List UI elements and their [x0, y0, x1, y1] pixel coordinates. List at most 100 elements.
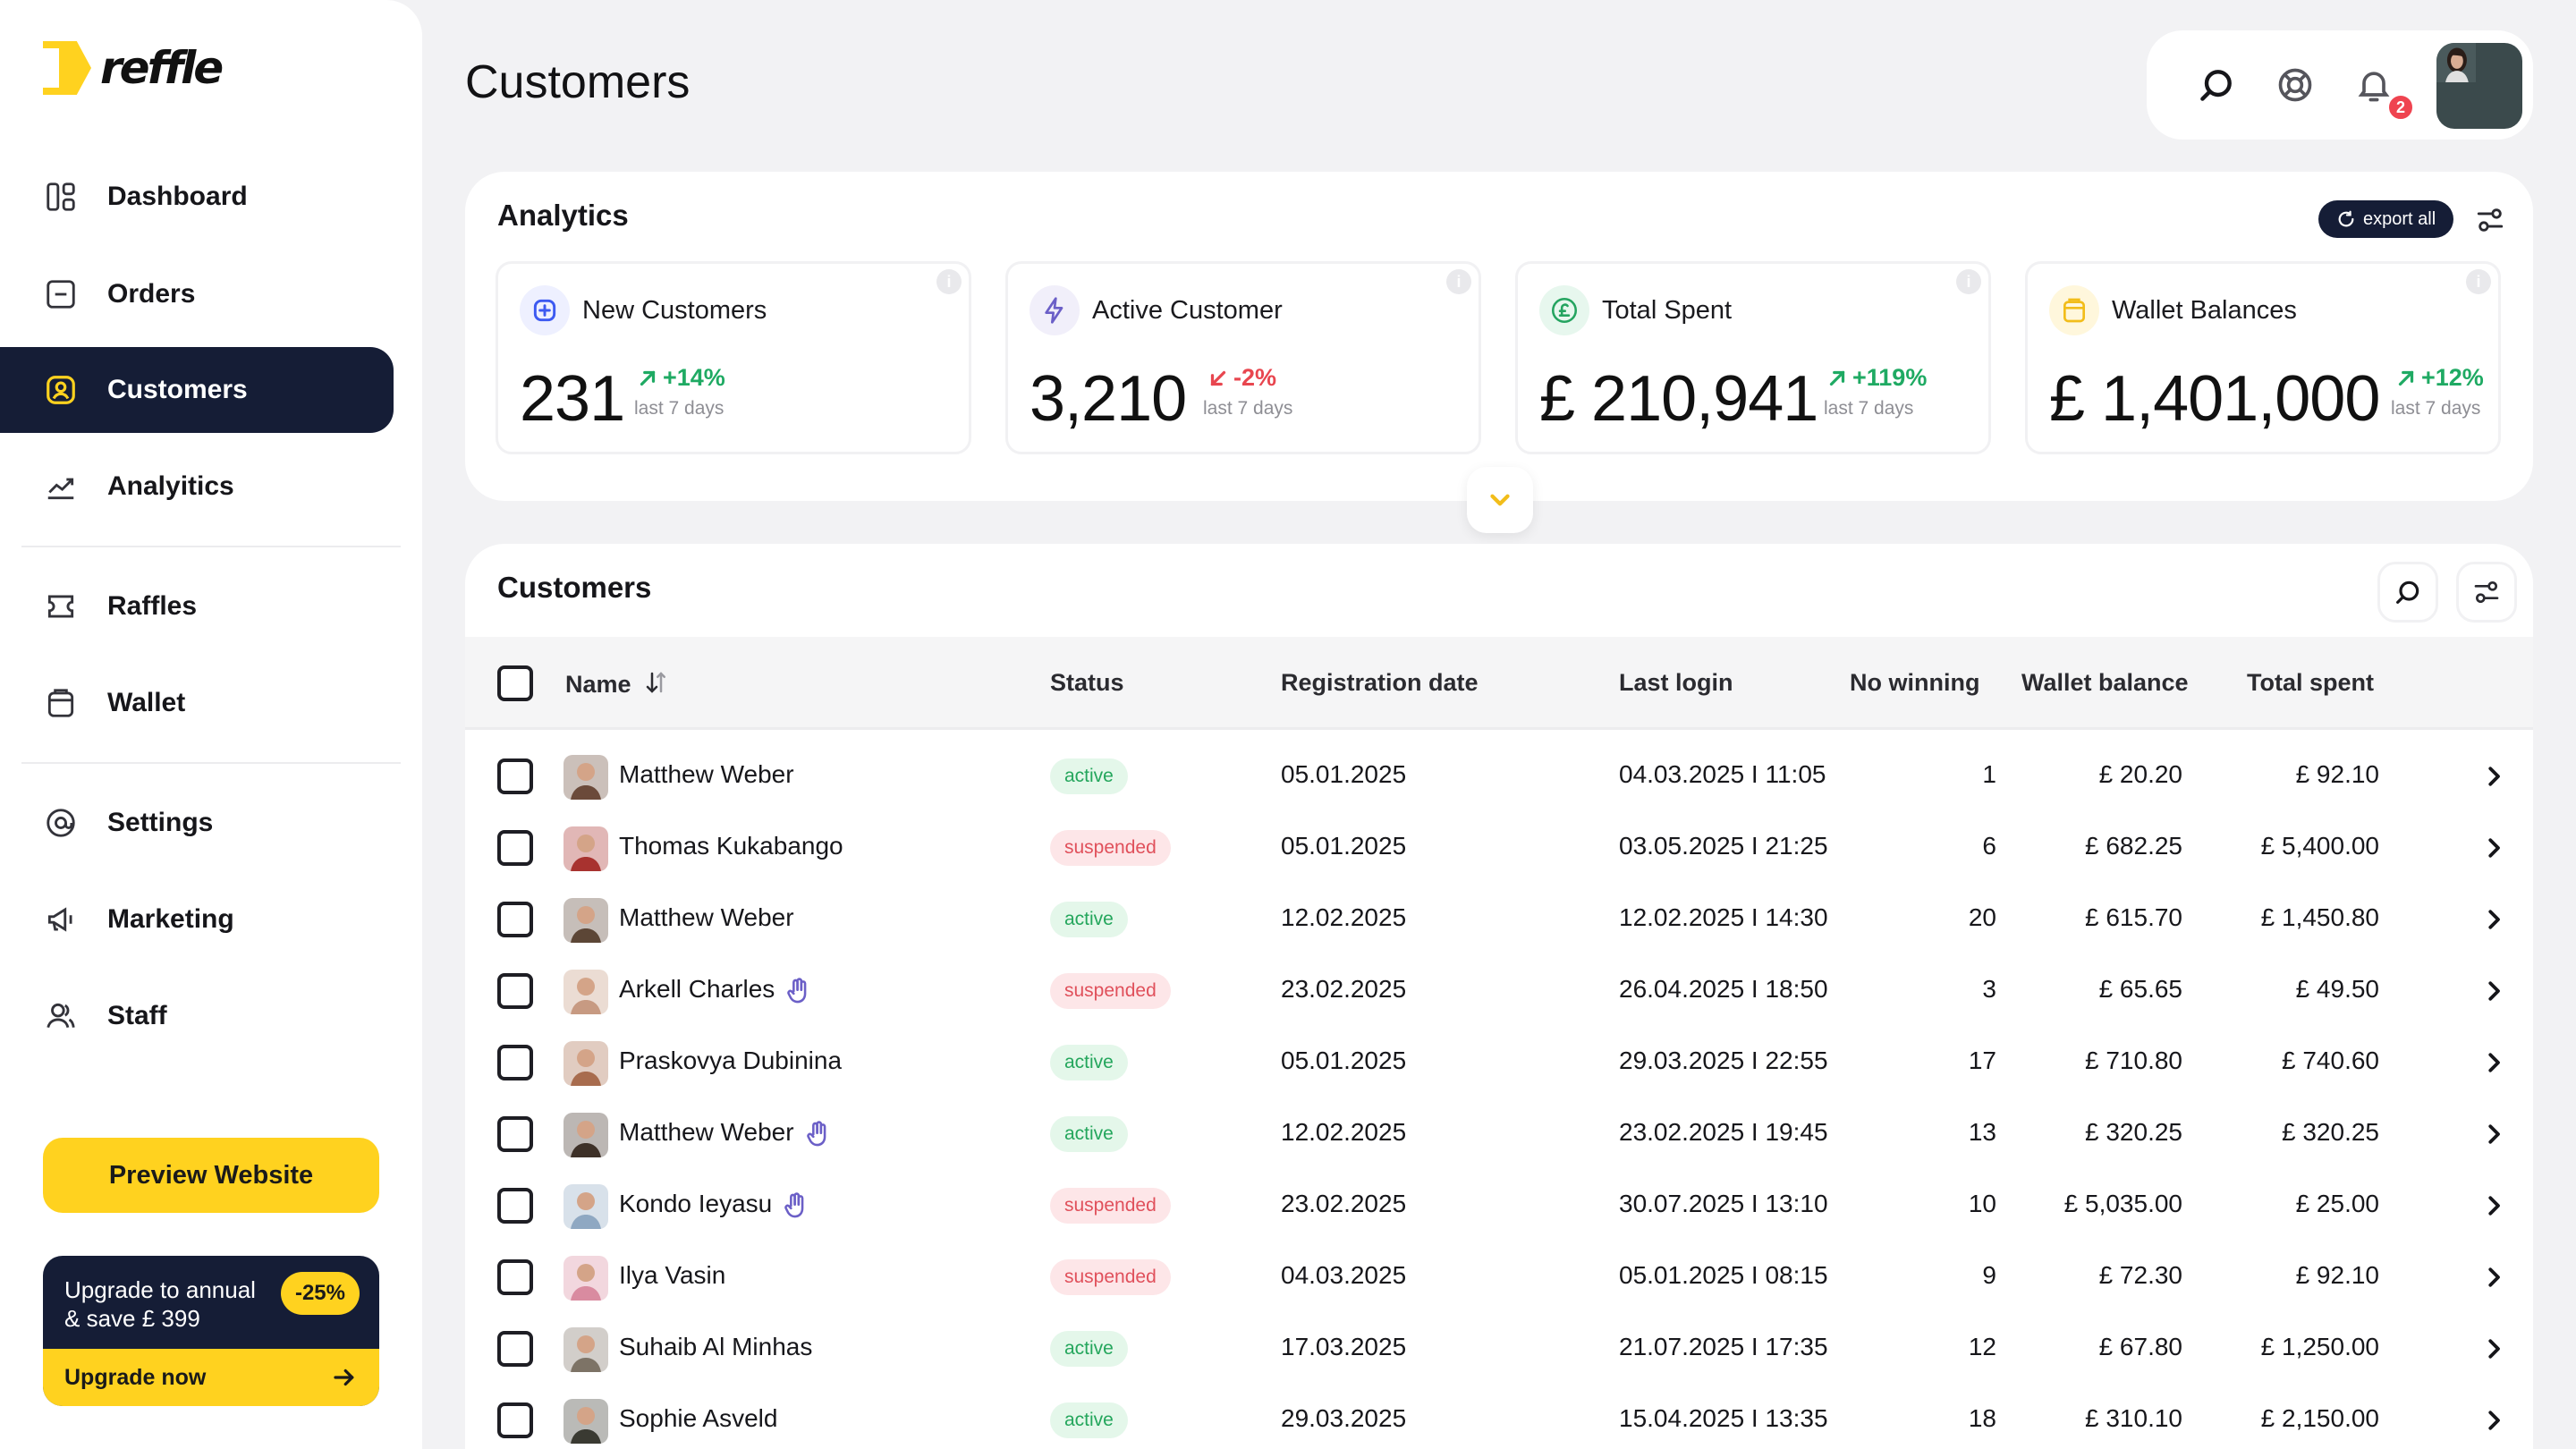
upgrade-now-button[interactable]: Upgrade now — [43, 1349, 379, 1406]
table-row[interactable]: Matthew Weber active 12.02.2025 23.02.2025 … — [465, 1098, 2533, 1170]
info-icon[interactable]: i — [1446, 269, 1471, 294]
kpi-title: Active Customer — [1092, 296, 1283, 325]
customer-name-cell[interactable]: Matthew Weber — [619, 903, 794, 932]
table-row[interactable]: Arkell Charles suspended 23.02.2025 26.04.2… — [465, 955, 2533, 1027]
sidebar-item-label: Customers — [107, 375, 248, 404]
row-checkbox[interactable] — [497, 830, 533, 866]
table-row[interactable]: Kondo Ieyasu suspended 23.02.2025 30.07.202… — [465, 1170, 2533, 1241]
chevron-right-icon[interactable] — [2476, 830, 2512, 866]
customer-name-cell[interactable]: Sophie Asveld — [619, 1404, 777, 1433]
customer-name: Arkell Charles — [619, 975, 775, 1003]
chevron-right-icon[interactable] — [2476, 1045, 2512, 1080]
discount-badge: -25% — [280, 1272, 360, 1315]
customer-avatar — [564, 826, 608, 871]
user-avatar[interactable] — [2436, 43, 2522, 129]
column-header-name[interactable]: Name — [565, 669, 670, 699]
lightning-icon — [1030, 285, 1080, 335]
sidebar-item-settings[interactable]: Settings — [0, 780, 394, 866]
chevron-right-icon[interactable] — [2476, 1402, 2512, 1438]
wallet-balance: £ 710.80 — [2085, 1046, 2182, 1074]
chevron-right-icon[interactable] — [2476, 758, 2512, 794]
sidebar-item-orders[interactable]: Orders — [0, 251, 394, 337]
row-checkbox[interactable] — [497, 1331, 533, 1367]
customer-name-cell[interactable]: Kondo Ieyasu — [619, 1190, 811, 1221]
chevron-right-icon[interactable] — [2476, 1259, 2512, 1295]
upgrade-line-1: Upgrade to annual — [64, 1276, 256, 1303]
dashboard-icon — [43, 179, 79, 215]
collapse-analytics-button[interactable] — [1467, 467, 1533, 533]
kpi-card-active-customer: Active Customer i 3,210 -2% last 7 days — [1005, 261, 1481, 454]
info-icon[interactable]: i — [1956, 269, 1981, 294]
column-header-wallet[interactable]: Wallet balance — [2021, 669, 2189, 697]
chevron-right-icon[interactable] — [2476, 973, 2512, 1009]
table-row[interactable]: Matthew Weber active 05.01.2025 04.03.2025 … — [465, 741, 2533, 812]
upgrade-text: Upgrade to annual & save £ 399 — [64, 1275, 288, 1333]
info-icon[interactable]: i — [936, 269, 962, 294]
table-row[interactable]: Ilya Vasin suspended 04.03.2025 05.01.2025 … — [465, 1241, 2533, 1313]
customer-name-cell[interactable]: Suhaib Al Minhas — [619, 1333, 812, 1361]
table-row[interactable]: Matthew Weber active 12.02.2025 12.02.2025 … — [465, 884, 2533, 955]
column-header-registration[interactable]: Registration date — [1281, 669, 1479, 697]
table-search-button[interactable] — [2377, 562, 2438, 623]
export-all-button[interactable]: export all — [2318, 200, 2454, 238]
table-filter-button[interactable] — [2456, 562, 2517, 623]
megaphone-icon — [43, 902, 79, 937]
chevron-right-icon[interactable] — [2476, 1331, 2512, 1367]
customer-avatar — [564, 970, 608, 1014]
sidebar-item-label: Settings — [107, 808, 214, 837]
customer-name: Kondo Ieyasu — [619, 1190, 773, 1217]
wallet-balance: £ 5,035.00 — [2063, 1190, 2182, 1217]
kpi-delta: -2% — [1207, 364, 1276, 392]
arrow-right-icon — [334, 1368, 354, 1386]
search-icon[interactable] — [2195, 64, 2238, 106]
row-checkbox[interactable] — [497, 1188, 533, 1224]
sidebar-item-wallet[interactable]: Wallet — [0, 660, 394, 746]
customer-name-cell[interactable]: Praskovya Dubinina — [619, 1046, 842, 1075]
sidebar-item-dashboard[interactable]: Dashboard — [0, 154, 394, 240]
filter-sliders-icon[interactable] — [2472, 202, 2508, 238]
row-checkbox[interactable] — [497, 1045, 533, 1080]
customer-name: Matthew Weber — [619, 903, 794, 931]
sidebar-item-customers[interactable]: Customers — [0, 347, 394, 433]
row-checkbox[interactable] — [497, 1259, 533, 1295]
row-checkbox[interactable] — [497, 1402, 533, 1438]
kpi-value: £ 1,401,000 — [2049, 363, 2380, 435]
customer-name-cell[interactable]: Matthew Weber — [619, 1118, 834, 1149]
table-row[interactable]: Suhaib Al Minhas active 17.03.2025 21.07.20… — [465, 1313, 2533, 1385]
brand-logo[interactable]: reffle — [43, 41, 224, 95]
column-header-no-winning[interactable]: No winning — [1850, 669, 1979, 697]
customer-name-cell[interactable]: Thomas Kukabango — [619, 832, 843, 860]
row-checkbox[interactable] — [497, 1116, 533, 1152]
customer-name-cell[interactable]: Matthew Weber — [619, 760, 794, 789]
row-checkbox[interactable] — [497, 973, 533, 1009]
table-row[interactable]: Praskovya Dubinina active 05.01.2025 29.03.… — [465, 1027, 2533, 1098]
preview-website-button[interactable]: Preview Website — [43, 1138, 379, 1213]
customer-name-cell[interactable]: Ilya Vasin — [619, 1261, 725, 1290]
row-checkbox[interactable] — [497, 758, 533, 794]
registration-date: 17.03.2025 — [1281, 1333, 1407, 1360]
registration-date: 12.02.2025 — [1281, 903, 1407, 931]
total-spent: £ 5,400.00 — [2260, 832, 2379, 860]
help-lifebuoy-icon[interactable] — [2274, 64, 2317, 106]
table-row[interactable]: Sophie Asveld active 29.03.2025 15.04.2025 … — [465, 1385, 2533, 1449]
column-header-last-login[interactable]: Last login — [1619, 669, 1733, 697]
sidebar-item-marketing[interactable]: Marketing — [0, 877, 394, 962]
chevron-right-icon[interactable] — [2476, 902, 2512, 937]
chevron-right-icon[interactable] — [2476, 1188, 2512, 1224]
select-all-checkbox[interactable] — [497, 665, 533, 701]
wallet-balance: £ 65.65 — [2098, 975, 2182, 1003]
status-badge: active — [1050, 1116, 1128, 1152]
info-icon[interactable]: i — [2466, 269, 2491, 294]
sidebar-item-raffles[interactable]: Raffles — [0, 564, 394, 649]
column-header-status[interactable]: Status — [1050, 669, 1124, 697]
customer-name-cell[interactable]: Arkell Charles — [619, 975, 814, 1006]
chevron-right-icon[interactable] — [2476, 1116, 2512, 1152]
column-header-total-spent[interactable]: Total spent — [2247, 669, 2374, 697]
row-checkbox[interactable] — [497, 902, 533, 937]
hand-badge-icon — [784, 1191, 804, 1217]
sidebar-item-analytics[interactable]: Analyitics — [0, 444, 394, 530]
table-row[interactable]: Thomas Kukabango suspended 05.01.2025 03.05… — [465, 812, 2533, 884]
sidebar-item-staff[interactable]: Staff — [0, 973, 394, 1059]
last-login: 21.07.2025 I 17:35 — [1619, 1333, 1828, 1360]
total-spent: £ 49.50 — [2295, 975, 2379, 1003]
